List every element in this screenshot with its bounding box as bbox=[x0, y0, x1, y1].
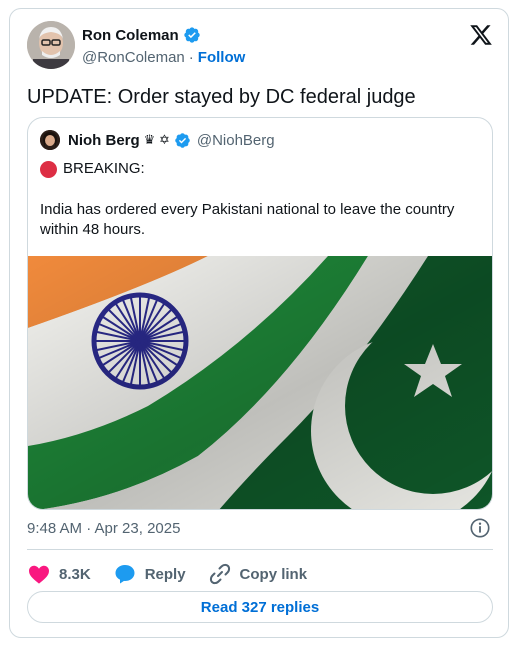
info-icon[interactable] bbox=[469, 517, 491, 539]
follow-button[interactable]: Follow bbox=[198, 49, 246, 66]
like-count: 8.3K bbox=[59, 565, 91, 583]
quoted-tweet[interactable]: Nioh Berg ♛ ✡ @NiohBerg BREAKING: India … bbox=[27, 117, 493, 510]
copy-link-button[interactable]: Copy link bbox=[208, 562, 308, 586]
quoted-breaking-label: BREAKING: bbox=[63, 160, 145, 177]
tweet-timestamp[interactable]: 9:48 AM · Apr 23, 2025 bbox=[27, 520, 180, 537]
heart-icon bbox=[29, 565, 49, 584]
x-logo-icon[interactable] bbox=[469, 23, 493, 47]
red-circle-icon bbox=[40, 160, 57, 178]
quoted-body-text: India has ordered every Pakistani nation… bbox=[40, 201, 455, 238]
author-avatar[interactable] bbox=[27, 21, 75, 69]
handle-separator: · bbox=[188, 49, 194, 66]
quoted-avatar bbox=[40, 130, 60, 150]
author-name-row[interactable]: Ron Coleman bbox=[82, 26, 201, 44]
reply-label: Reply bbox=[144, 565, 186, 583]
tweet-text: UPDATE: Order stayed by DC federal judge bbox=[27, 86, 416, 108]
quoted-name: Nioh Berg bbox=[68, 131, 140, 149]
author-handle-row: @RonColeman · Follow bbox=[82, 49, 245, 66]
quoted-handle: @NiohBerg bbox=[196, 131, 275, 149]
link-icon bbox=[209, 563, 230, 585]
divider bbox=[27, 549, 493, 550]
quoted-header: Nioh Berg ♛ ✡ @NiohBerg bbox=[40, 130, 275, 150]
author-name[interactable]: Ron Coleman bbox=[82, 27, 179, 44]
speech-bubble-icon bbox=[115, 565, 135, 584]
like-button[interactable]: 8.3K bbox=[27, 562, 91, 586]
tweet-card: Ron Coleman @RonColeman · Follow UPDATE:… bbox=[9, 8, 509, 638]
author-handle[interactable]: @RonColeman bbox=[82, 49, 185, 66]
reply-button[interactable]: Reply bbox=[113, 562, 186, 586]
quoted-name-emojis: ♛ ✡ bbox=[143, 132, 170, 147]
verified-badge-icon bbox=[184, 27, 200, 43]
verified-badge-icon bbox=[175, 132, 190, 148]
action-bar: 8.3K Reply Copy link bbox=[27, 559, 329, 589]
india-pakistan-flags-image[interactable] bbox=[28, 256, 493, 510]
read-replies-button[interactable]: Read 327 replies bbox=[27, 591, 493, 623]
quoted-breaking-line: BREAKING: bbox=[40, 159, 145, 179]
copy-link-label: Copy link bbox=[239, 565, 308, 583]
